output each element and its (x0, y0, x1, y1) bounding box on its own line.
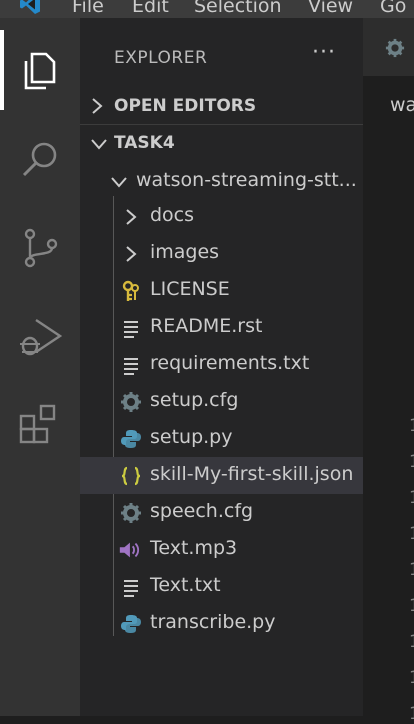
tree-item-transcribe-py[interactable]: transcribe.py (80, 605, 363, 642)
line-number: 1 (409, 524, 414, 544)
explorer-title: EXPLORER (114, 48, 208, 68)
tree-item-label: setup.cfg (150, 389, 239, 411)
menu-selection[interactable]: Selection (194, 0, 282, 17)
more-actions-button[interactable]: ··· (312, 40, 336, 65)
audio-icon (119, 542, 140, 558)
workspace-label: TASK4 (114, 133, 175, 153)
chevron-right-icon (92, 98, 103, 114)
line-number: 1 (409, 704, 414, 724)
tree-item-text-txt[interactable]: Text.txt (80, 568, 363, 605)
line-number: 1 (409, 416, 414, 436)
folder-label: watson-streaming-stt... (136, 169, 357, 191)
line-number: 1 (409, 560, 414, 580)
tree-item-label: transcribe.py (150, 611, 276, 633)
line-number: 1 (409, 668, 414, 688)
explorer-sidebar: EXPLORER ··· OPEN EDITORS TASK4 watson-s… (80, 18, 363, 716)
chevron-down-icon (111, 177, 127, 188)
folder-row-watson[interactable]: watson-streaming-stt... (80, 163, 363, 200)
tree-item-label: speech.cfg (150, 500, 254, 522)
lines-icon (124, 580, 138, 597)
tree-item-label: Text.mp3 (150, 537, 238, 559)
tree-item-skill-json[interactable]: skill-My-first-skill.json (80, 457, 363, 494)
tree-item-speech-cfg[interactable]: speech.cfg (80, 494, 363, 531)
explorer-button[interactable] (0, 32, 80, 108)
line-number: 1 (409, 596, 414, 616)
key-icon (122, 280, 139, 301)
editor-tab[interactable] (363, 18, 414, 76)
files-icon (24, 52, 56, 90)
tree-item-readme[interactable]: README.rst (80, 309, 363, 346)
run-debug-icon (20, 319, 62, 356)
source-control-icon (24, 228, 58, 268)
tree-item-label: skill-My-first-skill.json (150, 463, 354, 485)
tree-item-label: images (150, 241, 220, 263)
tree-item-label: requirements.txt (150, 352, 310, 374)
chevron-right-icon (126, 246, 137, 262)
braces-icon (121, 466, 141, 486)
source-control-button[interactable] (0, 208, 80, 284)
activity-bar (0, 18, 80, 716)
tree-item-label: README.rst (150, 315, 263, 337)
extensions-icon (19, 404, 56, 444)
title-bar: File Edit Selection View Go (0, 0, 414, 18)
tree-item-label: LICENSE (150, 278, 230, 300)
chevron-right-icon (126, 209, 137, 225)
lines-icon (124, 321, 138, 338)
python-icon (121, 430, 141, 448)
lines-icon (124, 358, 138, 375)
breadcrumb[interactable]: wa (390, 94, 414, 116)
gear-icon (121, 392, 141, 412)
python-icon (121, 615, 141, 633)
vscode-logo-icon (20, 0, 40, 14)
run-debug-button[interactable] (0, 296, 80, 372)
tree-item-license[interactable]: LICENSE (80, 272, 363, 309)
chevron-down-icon (91, 139, 107, 150)
search-button[interactable] (0, 120, 80, 196)
menu-file[interactable]: File (72, 0, 104, 17)
gear-icon (121, 503, 141, 523)
search-icon (22, 142, 57, 177)
tree-item-images[interactable]: images (80, 235, 363, 272)
tree-item-text-mp3[interactable]: Text.mp3 (80, 531, 363, 568)
line-number: 1 (409, 452, 414, 472)
menu-go[interactable]: Go (380, 0, 406, 17)
extensions-button[interactable] (0, 384, 80, 460)
tree-item-requirements[interactable]: requirements.txt (80, 346, 363, 383)
line-number: 1 (409, 488, 414, 508)
open-editors-label: OPEN EDITORS (114, 96, 257, 116)
line-number: 1 (409, 632, 414, 652)
tree-item-label: Text.txt (150, 574, 221, 596)
open-editors-section[interactable]: OPEN EDITORS (80, 88, 363, 124)
editor-area: wa 1 1 1 1 1 1 1 1 1 (363, 18, 414, 724)
tree-item-docs[interactable]: docs (80, 198, 363, 235)
workspace-section[interactable]: TASK4 (80, 125, 363, 161)
menu-edit[interactable]: Edit (132, 0, 169, 17)
tree-item-setup-py[interactable]: setup.py (80, 420, 363, 457)
menu-view[interactable]: View (308, 0, 353, 17)
tab-bar (363, 18, 414, 76)
tree-item-label: setup.py (150, 426, 233, 448)
tree-item-setup-cfg[interactable]: setup.cfg (80, 383, 363, 420)
gear-icon (385, 38, 405, 58)
tree-item-label: docs (150, 204, 195, 226)
